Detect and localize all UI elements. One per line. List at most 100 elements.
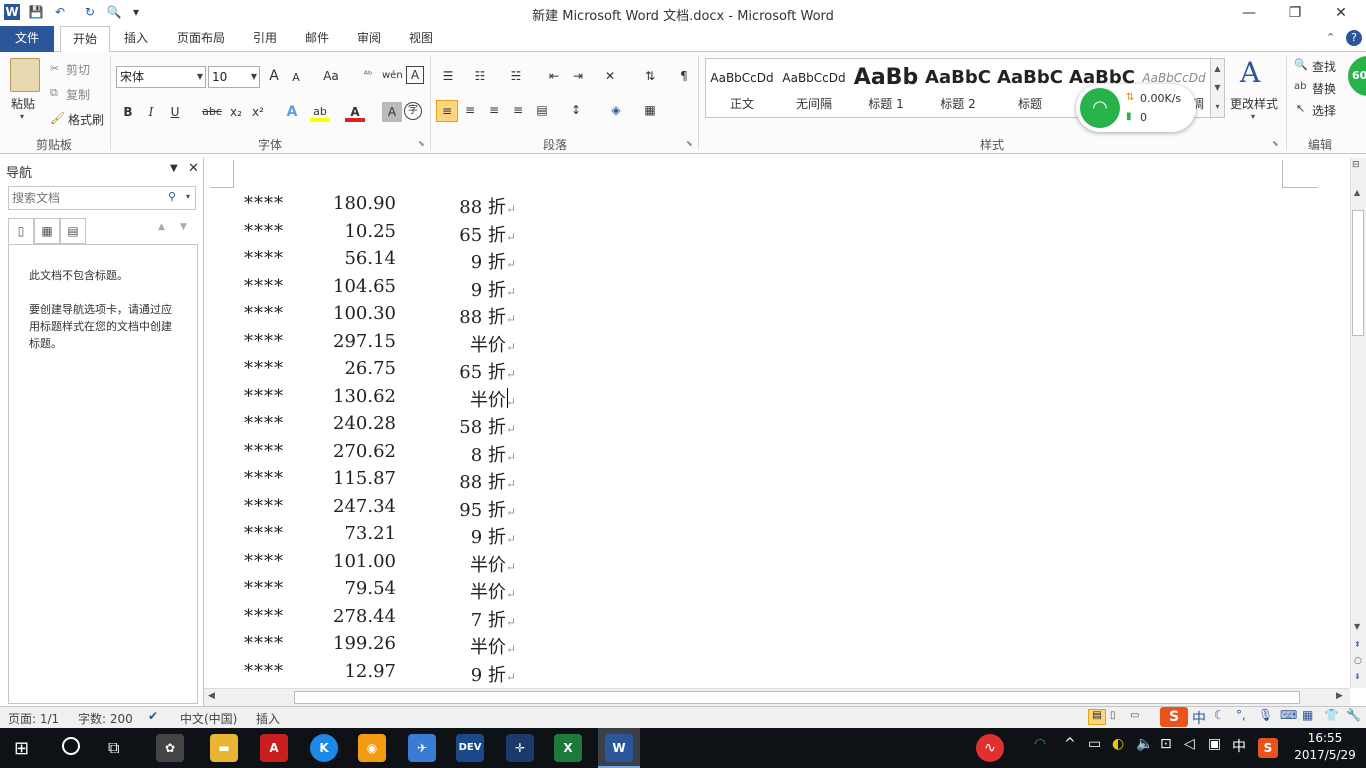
ime-keyboard-icon[interactable]: ⌨ — [1280, 708, 1297, 722]
scroll-thumb[interactable] — [1352, 210, 1364, 336]
change-styles-button[interactable]: 更改样式 — [1230, 95, 1278, 112]
cut-icon[interactable]: ✂ — [50, 62, 59, 75]
show-marks-icon[interactable]: ¶ — [674, 66, 694, 86]
network-speed-widget[interactable]: ◠ ⇅ 0.00K/s ▮ 0 — [1076, 84, 1196, 132]
cut-button[interactable]: 剪切 — [66, 61, 90, 78]
browser-icon[interactable]: ◉ — [358, 734, 386, 762]
superscript-button[interactable]: x² — [248, 102, 268, 122]
scroll-down-icon[interactable]: ▼ — [1354, 622, 1360, 631]
format-painter-icon[interactable]: 🖌 — [50, 111, 65, 125]
find-icon[interactable]: 🔍 — [1294, 58, 1308, 71]
chinese-layout-icon[interactable]: ✕ — [600, 66, 620, 86]
search-icon[interactable]: ⚲ — [168, 190, 176, 203]
nav-prev-icon[interactable]: ▲ — [158, 222, 165, 232]
security-icon[interactable]: ◐ — [1112, 736, 1124, 752]
underline-button[interactable]: U — [165, 102, 185, 122]
ime-mode[interactable]: 中 — [1192, 708, 1206, 728]
tab-home[interactable]: 开始 — [60, 26, 110, 53]
kugou-icon[interactable]: K — [310, 734, 338, 762]
replace-button[interactable]: 替换 — [1312, 80, 1336, 97]
nav-options-icon[interactable]: ▼ — [170, 163, 178, 174]
dialog-launcher-icon[interactable]: ⬊ — [1272, 139, 1279, 148]
italic-button[interactable]: I — [141, 102, 161, 122]
ruler-toggle-icon[interactable]: ⊟ — [1352, 160, 1360, 170]
scroll-up-icon[interactable]: ▲ — [1354, 188, 1360, 197]
ime-tools-icon[interactable]: 🔧 — [1346, 708, 1361, 722]
copy-button[interactable]: 复制 — [66, 86, 90, 103]
find-button[interactable]: 查找 — [1312, 58, 1336, 75]
feiq-icon[interactable]: ✈ — [408, 734, 436, 762]
bullets-icon[interactable]: ☰ — [438, 66, 458, 86]
tab-page-layout[interactable]: 页面布局 — [168, 26, 234, 52]
vertical-scrollbar[interactable]: ⊟ ▲ ▼ ⇞ ○ ⇟ — [1350, 158, 1366, 688]
language-status[interactable]: 中文(中国) — [180, 710, 237, 727]
justify-icon[interactable]: ≡ — [508, 100, 528, 120]
paste-button[interactable]: 粘贴 — [11, 95, 35, 112]
style-heading-2[interactable]: AaBbC 标题 2 — [922, 59, 994, 117]
insert-mode-status[interactable]: 插入 — [256, 710, 280, 727]
excel-icon[interactable]: X — [554, 734, 582, 762]
start-icon[interactable]: ⊞ — [14, 738, 29, 759]
reading-view-icon[interactable]: ▯ — [1110, 710, 1116, 721]
ime-grid-icon[interactable]: ▦ — [1302, 708, 1313, 722]
dialog-launcher-icon[interactable]: ⬊ — [418, 139, 425, 148]
battery-icon[interactable]: ▭ — [1088, 736, 1101, 752]
select-button[interactable]: 选择 — [1312, 102, 1336, 119]
network-icon[interactable]: ⊡ — [1160, 736, 1172, 752]
select-icon[interactable]: ↖ — [1296, 102, 1305, 115]
ime-mic-icon[interactable]: 🎙 — [1258, 708, 1273, 722]
phonetic-guide-icon[interactable]: wén — [382, 66, 403, 86]
shading-icon[interactable]: ◈ — [606, 100, 626, 120]
font-name-combo[interactable]: 宋体 ▼ — [116, 66, 206, 88]
pdf-reader-icon[interactable]: A — [260, 734, 288, 762]
web-layout-icon[interactable]: ▭ — [1130, 710, 1139, 721]
prev-page-icon[interactable]: ⇞ — [1354, 640, 1361, 649]
style-normal[interactable]: AaBbCcDd 正文 — [706, 59, 778, 117]
align-center-icon[interactable]: ≡ — [460, 100, 480, 120]
gallery-scroll[interactable]: ▲ ▼ ▾ — [1210, 59, 1224, 117]
text-effects-icon[interactable]: A — [282, 102, 302, 122]
word-count[interactable]: 字数: 200 — [78, 710, 133, 727]
show-hidden-icon[interactable]: ^ — [1064, 736, 1076, 752]
tab-insert[interactable]: 插入 — [114, 26, 158, 52]
dialog-launcher-icon[interactable]: ⬊ — [686, 139, 693, 148]
wifi-tray-icon[interactable]: ◠ — [1034, 736, 1046, 752]
font-color-icon[interactable]: A — [345, 102, 365, 122]
replace-icon[interactable]: ab — [1294, 81, 1306, 92]
next-page-icon[interactable]: ⇟ — [1354, 672, 1361, 681]
paste-dropdown-icon[interactable]: ▾ — [20, 112, 24, 121]
ime-shirt-icon[interactable]: 👕 — [1324, 708, 1339, 722]
nav-close-icon[interactable]: ✕ — [188, 161, 199, 176]
nav-next-icon[interactable]: ▼ — [180, 222, 187, 232]
devcpp-icon[interactable]: DEV — [456, 734, 484, 762]
format-painter-button[interactable]: 格式刷 — [68, 111, 104, 128]
numbering-icon[interactable]: ☷ — [470, 66, 490, 86]
style-title[interactable]: AaBbC 标题 — [994, 59, 1066, 117]
restore-button[interactable]: ❐ — [1272, 0, 1318, 26]
clock-date[interactable]: 2017/5/29 — [1290, 748, 1360, 762]
word-icon[interactable]: W — [605, 734, 633, 762]
font-size-combo[interactable]: 10 ▼ — [208, 66, 260, 88]
sort-icon[interactable]: ⇅ — [640, 66, 660, 86]
copy-icon[interactable]: ⧉ — [50, 86, 58, 100]
change-case-icon[interactable]: Aa — [318, 66, 344, 86]
scroll-left-icon[interactable]: ◀ — [208, 691, 215, 701]
shrink-font-icon[interactable]: A — [286, 68, 306, 88]
line-spacing-icon[interactable]: ↕ — [566, 100, 586, 120]
style-heading-1[interactable]: AaBb 标题 1 — [850, 59, 922, 117]
clock-time[interactable]: 16:55 — [1290, 731, 1360, 745]
align-right-icon[interactable]: ≡ — [484, 100, 504, 120]
sogou-tray-icon[interactable]: S — [1258, 738, 1278, 758]
nav-tab-headings[interactable]: ▯ — [8, 218, 34, 244]
distributed-icon[interactable]: ▤ — [532, 100, 552, 120]
style-no-spacing[interactable]: AaBbCcDd 无间隔 — [778, 59, 850, 117]
tab-review[interactable]: 审阅 — [348, 26, 390, 52]
align-left-icon[interactable]: ≡ — [436, 100, 458, 122]
task-view-icon[interactable]: ⧉ — [108, 738, 119, 758]
tab-mailings[interactable]: 邮件 — [296, 26, 338, 52]
paste-icon[interactable] — [10, 58, 40, 92]
file-explorer-icon[interactable]: ▬ — [210, 734, 238, 762]
borders-icon[interactable]: ▦ — [640, 100, 660, 120]
speaker-icon[interactable]: ◁ — [1184, 736, 1195, 752]
nav-tab-results[interactable]: ▤ — [60, 218, 86, 244]
